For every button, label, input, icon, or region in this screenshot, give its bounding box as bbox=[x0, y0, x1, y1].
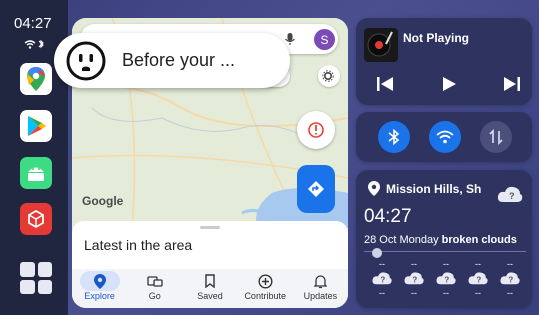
svg-text:?: ? bbox=[444, 276, 449, 285]
plus-circle-icon bbox=[257, 273, 273, 289]
forecast-bottom: -- bbox=[411, 288, 417, 298]
power-outlet-icon bbox=[66, 41, 106, 81]
forecast-top: -- bbox=[475, 259, 481, 269]
google-maps-icon[interactable] bbox=[20, 63, 52, 95]
vinyl-icon bbox=[367, 31, 393, 57]
weather-date: 28 Oct Monday broken clouds bbox=[364, 234, 517, 246]
forecast-bottom: -- bbox=[379, 288, 385, 298]
avatar[interactable]: S bbox=[314, 29, 335, 50]
forecast-bottom: -- bbox=[507, 288, 513, 298]
nav-go-label: Go bbox=[148, 291, 161, 301]
svg-text:?: ? bbox=[508, 276, 513, 285]
forecast-bottom: -- bbox=[475, 288, 481, 298]
bottom-nav: Explore Go Saved Contribute Updates bbox=[72, 269, 348, 308]
location-pin-icon bbox=[92, 273, 108, 289]
nav-explore-label: Explore bbox=[84, 291, 115, 301]
nav-explore[interactable]: Explore bbox=[72, 269, 127, 308]
drag-handle[interactable] bbox=[200, 226, 220, 229]
cloud-icon: ? bbox=[497, 186, 523, 202]
wifi-icon bbox=[436, 130, 454, 144]
next-track-icon[interactable] bbox=[503, 76, 521, 92]
svg-text:?: ? bbox=[476, 276, 481, 285]
cloud-icon: ? bbox=[468, 272, 488, 285]
weather-card[interactable]: Mission Hills, Sh ? 04:27 28 Oct Monday … bbox=[356, 170, 532, 308]
bluetooth-toggle[interactable] bbox=[378, 121, 410, 153]
forecast-divider bbox=[364, 251, 526, 252]
toast-text: Before your ... bbox=[122, 50, 236, 70]
compass-icon bbox=[308, 122, 324, 138]
status-icons bbox=[24, 39, 46, 53]
bell-icon bbox=[312, 273, 328, 289]
nav-contribute-label: Contribute bbox=[244, 291, 286, 301]
media-card[interactable]: Not Playing bbox=[356, 18, 532, 105]
nav-contribute[interactable]: Contribute bbox=[238, 269, 293, 308]
forecast-top: -- bbox=[443, 259, 449, 269]
forecast-marker bbox=[372, 248, 382, 258]
directions-button[interactable] bbox=[297, 165, 335, 213]
nav-go[interactable]: Go bbox=[127, 269, 182, 308]
cloud-icon: ? bbox=[404, 272, 424, 285]
nav-saved[interactable]: Saved bbox=[182, 269, 237, 308]
google-watermark: Google bbox=[82, 194, 124, 208]
compass-button[interactable] bbox=[297, 111, 335, 149]
wifi-status-icon bbox=[24, 39, 44, 49]
forecast-top: -- bbox=[507, 259, 513, 269]
forecast-top: -- bbox=[379, 259, 385, 269]
forecast-item: -- ? -- bbox=[495, 259, 525, 299]
location-icon bbox=[368, 181, 380, 196]
weather-date-text: 28 Oct Monday bbox=[364, 234, 439, 246]
forecast-top: -- bbox=[411, 259, 417, 269]
sheet-title: Latest in the area bbox=[84, 237, 193, 253]
svg-text:?: ? bbox=[509, 191, 515, 201]
gear-icon bbox=[322, 70, 334, 82]
mobile-data-toggle[interactable] bbox=[480, 121, 512, 153]
nav-updates-label: Updates bbox=[303, 291, 338, 301]
cloud-icon: ? bbox=[500, 272, 520, 285]
playback-controls bbox=[376, 76, 521, 92]
forecast-item: -- ? -- bbox=[463, 259, 493, 299]
bookmark-icon bbox=[202, 273, 218, 289]
album-art bbox=[364, 28, 398, 62]
forecast-item: -- ? -- bbox=[431, 259, 461, 299]
google-play-icon[interactable] bbox=[20, 110, 52, 142]
bluetooth-icon bbox=[388, 129, 400, 145]
status-clock: 04:27 bbox=[14, 15, 52, 32]
forecast-bottom: -- bbox=[443, 288, 449, 298]
weather-condition: broken clouds bbox=[441, 234, 517, 246]
bottom-sheet[interactable]: Latest in the area Explore Go Saved Cont… bbox=[72, 221, 348, 308]
weather-time: 04:27 bbox=[364, 206, 412, 227]
nav-saved-label: Saved bbox=[197, 291, 223, 301]
weather-location: Mission Hills, Sh bbox=[386, 182, 482, 196]
directions-icon bbox=[308, 181, 324, 197]
notification-toast[interactable]: Before your ... bbox=[54, 33, 290, 88]
android-icon[interactable] bbox=[20, 157, 52, 189]
svg-text:?: ? bbox=[380, 276, 385, 285]
nav-updates[interactable]: Updates bbox=[293, 269, 348, 308]
svg-text:?: ? bbox=[412, 276, 417, 285]
red-box-icon[interactable] bbox=[20, 203, 52, 235]
forecast-item: -- ? -- bbox=[399, 259, 429, 299]
car-icon bbox=[147, 273, 163, 289]
settings-chip[interactable] bbox=[318, 65, 340, 87]
forecast-item: -- ? -- bbox=[367, 259, 397, 299]
song-title: Not Playing bbox=[403, 31, 470, 45]
wifi-toggle[interactable] bbox=[429, 121, 461, 153]
previous-track-icon[interactable] bbox=[376, 76, 394, 92]
play-icon[interactable] bbox=[441, 76, 457, 92]
cloud-icon: ? bbox=[372, 272, 392, 285]
app-grid-icon[interactable] bbox=[20, 262, 52, 294]
data-transfer-icon bbox=[489, 129, 503, 145]
quick-settings-card bbox=[356, 112, 532, 162]
cloud-icon: ? bbox=[436, 272, 456, 285]
